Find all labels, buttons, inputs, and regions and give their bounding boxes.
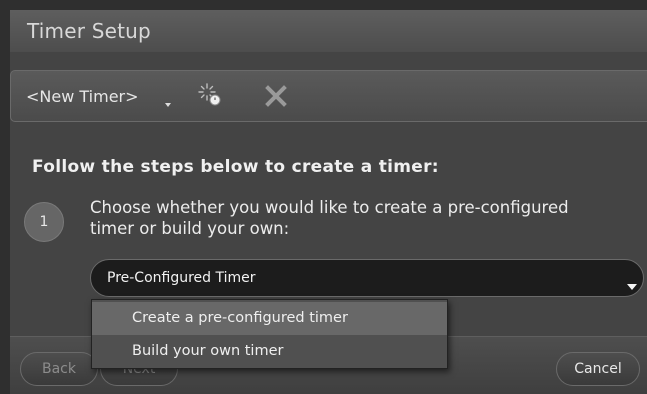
- select-dropdown-menu: Create a pre-configured timer Build your…: [91, 299, 448, 369]
- title-bar: Timer Setup: [10, 10, 647, 53]
- chevron-down-icon[interactable]: [165, 103, 171, 107]
- cancel-button[interactable]: Cancel: [556, 352, 640, 386]
- step-description: Choose whether you would like to create …: [90, 198, 569, 238]
- select-value: Pre-Configured Timer: [107, 270, 256, 286]
- delete-icon[interactable]: [261, 81, 291, 111]
- window-title: Timer Setup: [27, 19, 151, 43]
- timer-type-select[interactable]: Pre-Configured Timer: [90, 259, 644, 297]
- instructions-heading: Follow the steps below to create a timer…: [32, 157, 439, 177]
- option-preconfigured-timer[interactable]: Create a pre-configured timer: [92, 302, 447, 335]
- chevron-down-icon[interactable]: [627, 284, 637, 290]
- new-timer-icon[interactable]: [196, 81, 224, 109]
- timer-toolbar: <New Timer>: [10, 70, 647, 122]
- step-number-badge: 1: [24, 202, 64, 242]
- timer-name-selector[interactable]: <New Timer>: [26, 87, 139, 106]
- back-button[interactable]: Back: [20, 352, 98, 386]
- option-build-own-timer[interactable]: Build your own timer: [92, 335, 447, 368]
